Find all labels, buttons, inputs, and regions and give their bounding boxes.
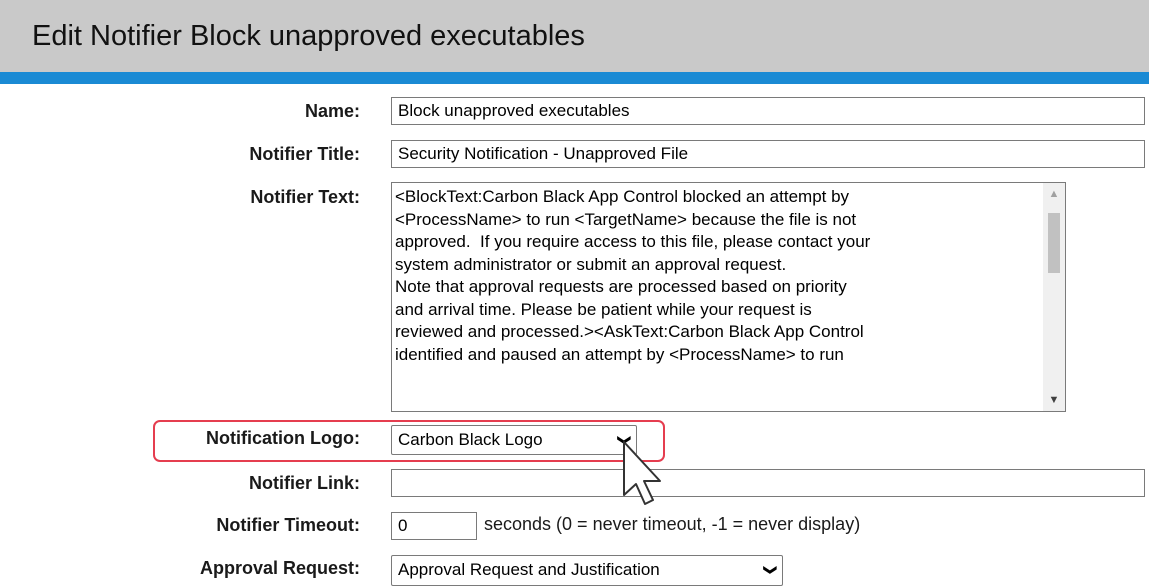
name-input[interactable]: [391, 97, 1145, 125]
page-header: Edit Notifier Block unapproved executabl…: [0, 0, 1149, 72]
scrollbar-thumb[interactable]: [1048, 213, 1060, 273]
notifier-title-label: Notifier Title:: [249, 144, 360, 164]
notifier-text-content[interactable]: <BlockText:Carbon Black App Control bloc…: [395, 186, 1038, 366]
chevron-down-icon: ❯: [763, 564, 779, 576]
approval-request-select[interactable]: Approval Request and Justification ❯: [391, 555, 783, 586]
approval-request-selected: Approval Request and Justification: [398, 560, 660, 579]
approval-request-label: Approval Request:: [199, 558, 360, 578]
name-label: Name:: [304, 101, 360, 121]
header-accent-bar: [0, 72, 1149, 84]
notifier-text-area[interactable]: <BlockText:Carbon Black App Control bloc…: [391, 182, 1066, 412]
notifier-text-label: Notifier Text:: [250, 187, 360, 207]
scroll-down-arrow-icon[interactable]: ▼: [1043, 391, 1065, 409]
notifier-timeout-label: Notifier Timeout:: [216, 515, 360, 535]
mouse-pointer-icon: [623, 441, 661, 505]
notifier-link-label: Notifier Link:: [249, 473, 360, 493]
notifier-text-scrollbar[interactable]: ▲ ▼: [1043, 183, 1065, 411]
scroll-up-arrow-icon[interactable]: ▲: [1043, 185, 1065, 203]
notifier-link-input[interactable]: [391, 469, 1145, 497]
notifier-title-input[interactable]: [391, 140, 1145, 168]
highlight-box: [153, 420, 665, 462]
notifier-timeout-input[interactable]: [391, 512, 477, 540]
page-title: Edit Notifier Block unapproved executabl…: [32, 20, 585, 52]
notifier-timeout-suffix: seconds (0 = never timeout, -1 = never d…: [484, 514, 861, 534]
